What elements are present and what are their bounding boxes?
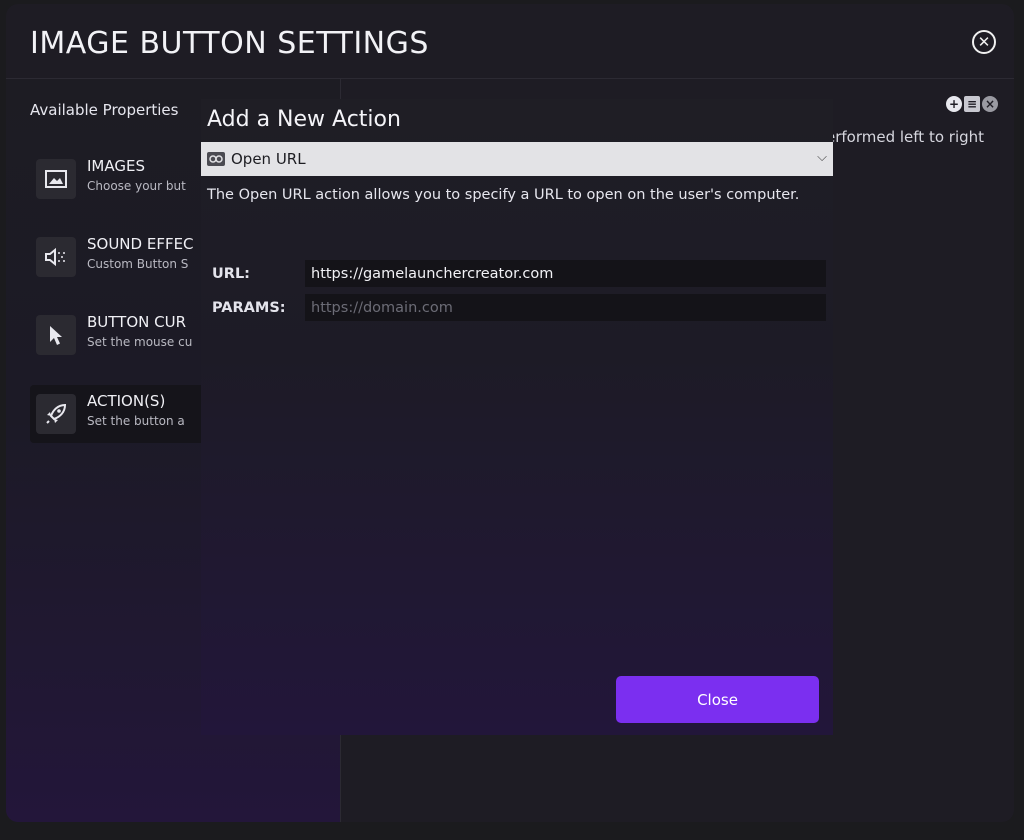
sidebar-item-title: IMAGES	[87, 157, 145, 175]
actions-order-hint: erformed left to right	[826, 128, 985, 146]
params-label: PARAMS:	[212, 300, 286, 316]
link-icon	[207, 152, 225, 166]
close-window-icon[interactable]: ✕	[972, 30, 996, 54]
speaker-icon	[36, 237, 76, 277]
rocket-icon	[36, 394, 76, 434]
add-action-modal: Add a New Action Open URL ⌵ The Open URL…	[201, 99, 833, 735]
sidebar-item-desc: Custom Button S	[87, 257, 189, 271]
url-input[interactable]	[305, 260, 826, 287]
add-icon[interactable]: +	[946, 96, 962, 112]
sidebar-item-title: SOUND EFFEC	[87, 235, 194, 253]
image-icon	[36, 159, 76, 199]
action-type-value: Open URL	[231, 150, 306, 168]
close-button[interactable]: Close	[616, 676, 819, 723]
sidebar-item-title: BUTTON CUR	[87, 313, 187, 331]
available-properties-heading: Available Properties	[30, 101, 179, 119]
sidebar-item-title: ACTION(S)	[87, 392, 166, 410]
sidebar-item-desc: Set the button a	[87, 414, 185, 428]
action-toolbar: + ≡ ×	[946, 96, 998, 112]
modal-title: Add a New Action	[207, 107, 401, 132]
chevron-down-icon: ⌵	[817, 150, 827, 165]
url-label: URL:	[212, 266, 250, 282]
remove-icon[interactable]: ×	[982, 96, 998, 112]
sidebar-item-desc: Set the mouse cu	[87, 335, 193, 349]
sidebar-item-desc: Choose your but	[87, 179, 186, 193]
action-description: The Open URL action allows you to specif…	[207, 187, 800, 203]
cursor-icon	[36, 315, 76, 355]
params-input[interactable]	[305, 294, 826, 321]
list-icon[interactable]: ≡	[964, 96, 980, 112]
window-title: IMAGE BUTTON SETTINGS	[30, 26, 429, 61]
action-type-select[interactable]: Open URL ⌵	[201, 142, 833, 176]
settings-window: IMAGE BUTTON SETTINGS ✕ Available Proper…	[6, 4, 1014, 822]
